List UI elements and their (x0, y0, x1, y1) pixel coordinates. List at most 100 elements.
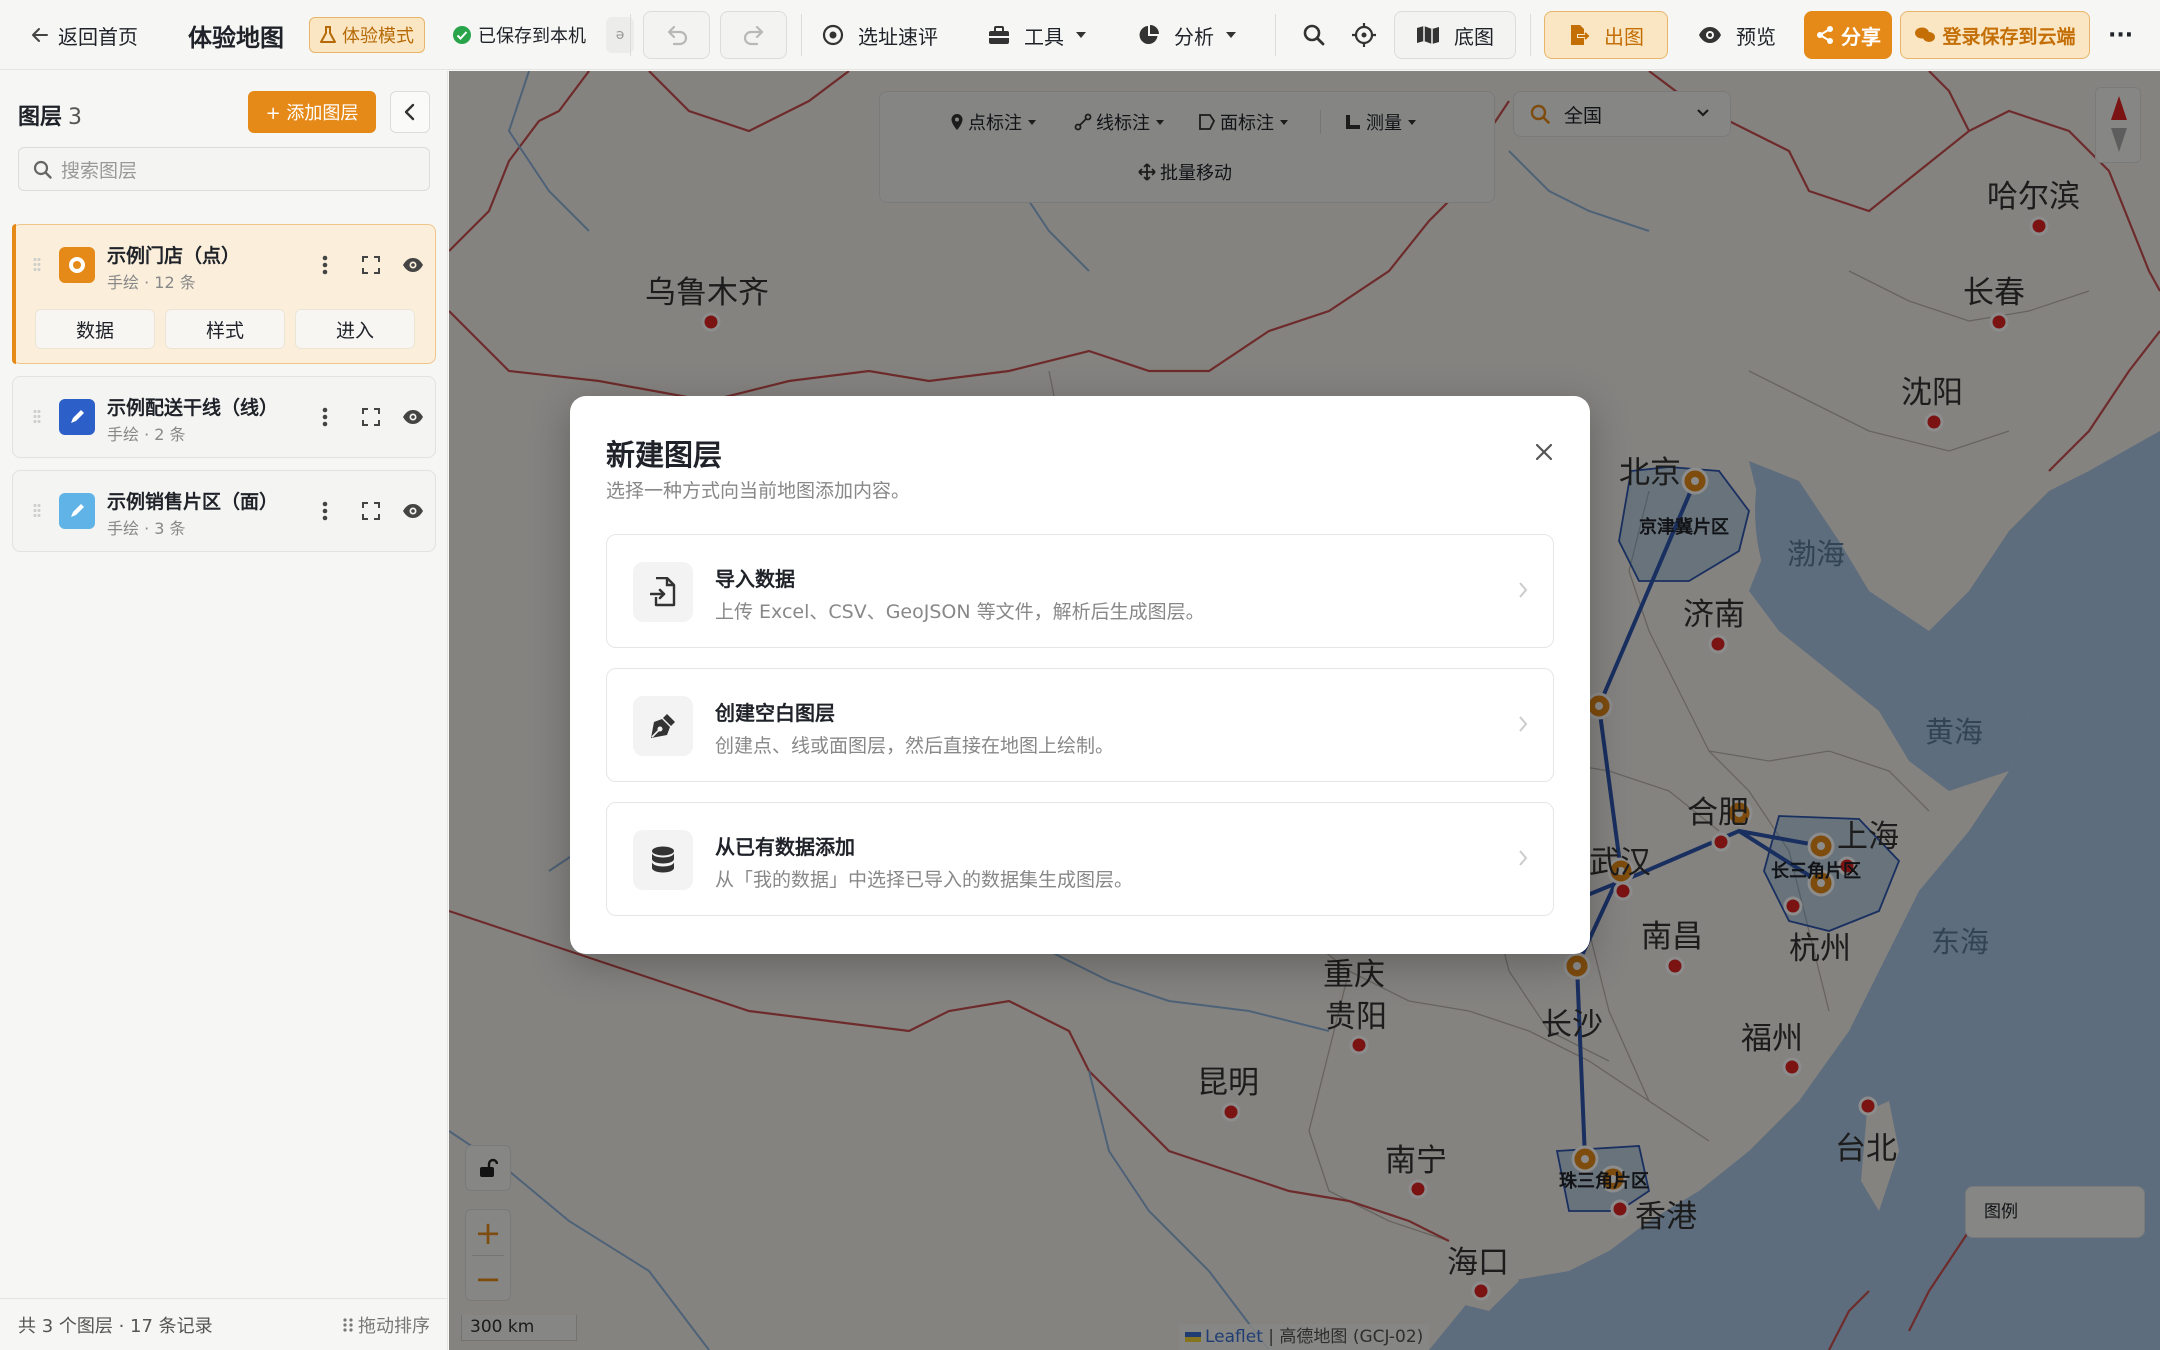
layer-item-sales-regions[interactable]: 示例销售片区（面） 手绘 · 3 条 (12, 470, 436, 552)
preview-label: 预览 (1736, 24, 1776, 49)
new-layer-dialog: 新建图层 选择一种方式向当前地图添加内容。 导入数据 上传 Excel、CSV、… (570, 396, 1590, 954)
layer-item-routes[interactable]: 示例配送干线（线） 手绘 · 2 条 (12, 376, 436, 458)
pen-nib-icon (633, 696, 693, 756)
option-title: 从已有数据添加 (715, 835, 855, 859)
eye-icon (1699, 27, 1721, 43)
option-title: 创建空白图层 (715, 701, 835, 725)
layer-search-input[interactable]: 搜索图层 (18, 147, 430, 191)
locate-button[interactable] (1352, 0, 1376, 70)
layer-more-icon[interactable] (311, 403, 339, 431)
dialog-subtitle: 选择一种方式向当前地图添加内容。 (606, 480, 911, 502)
file-export-icon (1571, 25, 1590, 45)
basemap-label: 底图 (1454, 24, 1494, 49)
login-save-label: 登录保存到云端 (1942, 25, 2076, 48)
visibility-eye-icon[interactable] (399, 403, 427, 431)
truncated-chip-mark: ǝ (615, 27, 625, 43)
layers-summary: 共 3 个图层 · 17 条记录 (18, 1315, 213, 1337)
layer-more-icon[interactable] (311, 251, 339, 279)
layers-sidebar: 图层 3 + 添加图层 搜索图层 示例门店（点） 手绘 · 12 条 数据 样式 … (0, 71, 448, 1350)
option-description: 创建点、线或面图层，然后直接在地图上绘制。 (715, 735, 1115, 757)
zoom-to-layer-icon[interactable] (357, 403, 385, 431)
redo-button[interactable] (720, 11, 787, 59)
database-icon (633, 830, 693, 890)
layer-more-icon[interactable] (311, 497, 339, 525)
analysis-menu[interactable]: 分析 (1138, 0, 1236, 70)
preview-button[interactable]: 预览 (1698, 0, 1776, 70)
saved-status: 已保存到本机 (442, 17, 596, 53)
drag-handle-icon[interactable] (33, 409, 41, 425)
layer-style-button[interactable]: 样式 (165, 309, 285, 349)
search-icon (33, 160, 52, 179)
basemap-button[interactable]: 底图 (1394, 11, 1516, 59)
export-button[interactable]: 出图 (1544, 11, 1668, 59)
layers-count: 3 (68, 105, 83, 130)
login-save-button[interactable]: 登录保存到云端 (1900, 11, 2090, 59)
file-import-icon (633, 562, 693, 622)
layer-meta: 手绘 · 3 条 (107, 519, 186, 538)
close-icon (1535, 443, 1553, 461)
point-layer-icon (59, 247, 95, 283)
layers-title-text: 图层 (18, 105, 63, 130)
dialog-title: 新建图层 (606, 438, 723, 472)
share-label: 分享 (1841, 24, 1881, 49)
import-data-option[interactable]: 导入数据 上传 Excel、CSV、GeoJSON 等文件，解析后生成图层。 (606, 534, 1554, 648)
back-home-label: 返回首页 (58, 24, 138, 49)
map-title: 体验地图 (188, 23, 284, 52)
layer-meta: 手绘 · 2 条 (107, 425, 186, 444)
flask-icon (320, 26, 336, 43)
polygon-layer-icon (59, 493, 95, 529)
drag-handle-icon[interactable] (33, 257, 41, 273)
drag-dots-icon (343, 1317, 353, 1332)
chevron-right-icon (1519, 582, 1528, 598)
option-description: 上传 Excel、CSV、GeoJSON 等文件，解析后生成图层。 (715, 601, 1205, 623)
sidebar-footer: 共 3 个图层 · 17 条记录 拖动排序 (0, 1298, 448, 1350)
close-button[interactable] (1526, 434, 1562, 470)
site-eval-label: 选址速评 (858, 24, 938, 49)
layer-data-button[interactable]: 数据 (35, 309, 155, 349)
visibility-eye-icon[interactable] (399, 251, 427, 279)
arrow-left-icon (32, 28, 48, 42)
more-menu-button[interactable]: ··· (2108, 0, 2133, 70)
chat-bubbles-icon (1915, 27, 1936, 42)
site-eval-button[interactable]: 选址速评 (822, 0, 938, 70)
line-layer-icon (59, 399, 95, 435)
check-circle-icon (453, 26, 471, 44)
search-icon (1303, 24, 1325, 46)
analysis-label: 分析 (1174, 24, 1214, 49)
layer-item-stores[interactable]: 示例门店（点） 手绘 · 12 条 数据 样式 进入 (12, 224, 436, 364)
export-label: 出图 (1604, 24, 1644, 49)
add-from-existing-data-option[interactable]: 从已有数据添加 从「我的数据」中选择已导入的数据集生成图层。 (606, 802, 1554, 916)
search-button[interactable] (1302, 0, 1326, 70)
zoom-to-layer-icon[interactable] (357, 251, 385, 279)
chevron-right-icon (1519, 716, 1528, 732)
mode-badge: 体验模式 (309, 17, 425, 53)
target-icon (822, 24, 844, 46)
map-icon (1417, 26, 1439, 44)
undo-button[interactable] (643, 11, 710, 59)
layer-name: 示例配送干线（线） (107, 397, 279, 419)
chevron-right-icon (1519, 850, 1528, 866)
back-home-button[interactable]: 返回首页 (30, 0, 138, 70)
collapse-sidebar-button[interactable] (390, 91, 430, 133)
undo-icon (667, 25, 687, 46)
share-button[interactable]: 分享 (1804, 11, 1892, 59)
layers-title: 图层 3 (18, 99, 82, 131)
option-title: 导入数据 (715, 567, 795, 591)
drag-sort-hint[interactable]: 拖动排序 (342, 1312, 430, 1338)
crosshair-icon (1352, 23, 1376, 47)
visibility-eye-icon[interactable] (399, 497, 427, 525)
saved-status-label: 已保存到本机 (478, 26, 586, 47)
add-layer-button[interactable]: + 添加图层 (248, 91, 376, 133)
zoom-to-layer-icon[interactable] (357, 497, 385, 525)
share-icon (1817, 26, 1833, 44)
redo-icon (743, 25, 763, 46)
layer-meta: 手绘 · 12 条 (107, 273, 196, 292)
layer-enter-button[interactable]: 进入 (295, 309, 415, 349)
tools-menu[interactable]: 工具 (988, 0, 1086, 70)
layer-name: 示例门店（点） (107, 245, 241, 267)
create-blank-layer-option[interactable]: 创建空白图层 创建点、线或面图层，然后直接在地图上绘制。 (606, 668, 1554, 782)
layer-name: 示例销售片区（面） (107, 491, 279, 513)
tools-label: 工具 (1024, 24, 1064, 49)
drag-handle-icon[interactable] (33, 503, 41, 519)
option-description: 从「我的数据」中选择已导入的数据集生成图层。 (715, 869, 1134, 891)
